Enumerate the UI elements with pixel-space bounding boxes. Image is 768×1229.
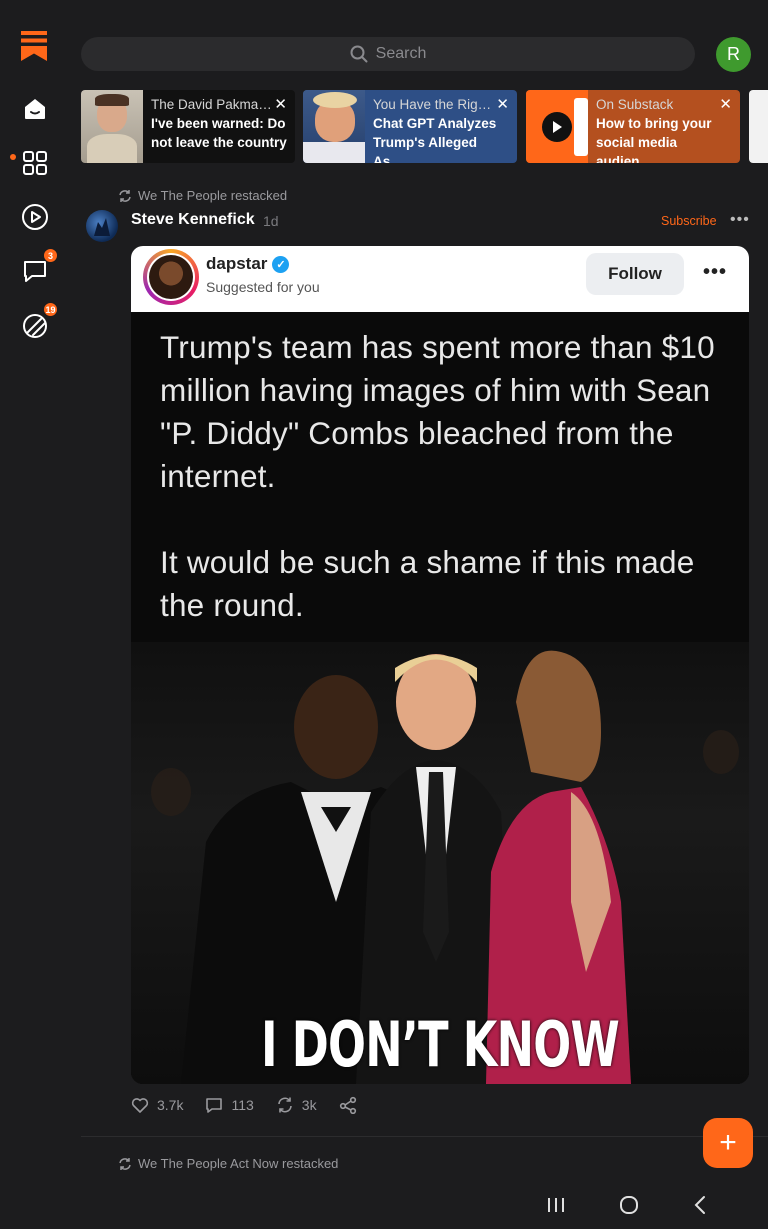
like-button[interactable]: 3.7k <box>131 1096 183 1114</box>
search-placeholder: Search <box>375 45 427 62</box>
restack-icon <box>277 1097 292 1113</box>
embedded-post-image[interactable]: dapstar ✓ Suggested for you Follow ••• T… <box>131 246 749 1084</box>
embed-avatar <box>143 249 199 305</box>
compose-button[interactable]: + <box>703 1118 753 1168</box>
next-restack-label: We The People Act Now restacked <box>118 1156 338 1171</box>
nav-explore-button[interactable] <box>18 146 52 180</box>
play-icon <box>22 204 48 230</box>
chat-icon <box>24 261 46 282</box>
meme-text: Trump's team has spent more than $10 mil… <box>160 326 745 670</box>
user-avatar[interactable]: R <box>716 37 751 72</box>
comment-icon <box>206 1098 223 1113</box>
story-card[interactable]: On Substack How to bring your social med… <box>526 90 740 163</box>
restack-icon <box>119 1157 131 1170</box>
embed-more-icon: ••• <box>703 261 728 283</box>
like-count: 3.7k <box>157 1097 184 1113</box>
share-icon <box>339 1096 356 1114</box>
story-title: Chat GPT Analyzes Trump's Alleged As… <box>373 116 497 163</box>
meme-caption: I DON’T KNOW HIM <box>261 1008 620 1084</box>
more-options-icon[interactable]: ••• <box>730 211 750 229</box>
embed-subtitle: Suggested for you <box>206 279 320 295</box>
embed-username-row: dapstar ✓ <box>206 254 290 274</box>
home-icon <box>25 99 45 119</box>
sidebar: 3 19 <box>0 0 70 1180</box>
story-title: How to bring your social media audien… <box>596 116 712 163</box>
activity-badge: 19 <box>43 302 58 317</box>
post-actions: 3.7k 113 3k <box>131 1096 379 1114</box>
story-thumbnail <box>303 90 365 163</box>
recent-apps-icon[interactable] <box>546 1192 566 1218</box>
search-icon <box>350 45 368 63</box>
restack-text: We The People restacked <box>138 188 288 203</box>
meme-text-line-1: Trump's team has spent more than $10 mil… <box>160 329 715 494</box>
restack-button[interactable]: 3k <box>276 1096 317 1114</box>
embed-body: Trump's team has spent more than $10 mil… <box>131 312 749 1084</box>
embed-username: dapstar <box>206 254 268 273</box>
embed-header: dapstar ✓ Suggested for you Follow ••• <box>131 246 749 312</box>
stories-row: The David Pakma… I've been warned: Do no… <box>81 90 768 163</box>
story-source: The David Pakma… <box>151 97 272 112</box>
nav-video-button[interactable] <box>18 200 52 234</box>
subscribe-button[interactable]: Subscribe <box>661 214 717 228</box>
close-icon[interactable]: ✕ <box>496 95 509 113</box>
plus-icon: + <box>719 1126 737 1159</box>
active-indicator <box>10 154 16 160</box>
nav-activity-button[interactable]: 19 <box>18 302 58 342</box>
author-avatar[interactable] <box>86 210 118 242</box>
story-source: On Substack <box>596 97 674 112</box>
restack-count: 3k <box>301 1097 317 1113</box>
post-time: 1d <box>263 213 279 229</box>
heart-icon <box>131 1098 149 1113</box>
divider <box>81 1136 768 1137</box>
next-restack-text: We The People Act Now restacked <box>138 1156 339 1171</box>
restack-icon <box>119 189 131 202</box>
verified-badge-icon: ✓ <box>272 255 290 273</box>
play-icon <box>553 121 562 133</box>
meme-text-line-2: It would be such a shame if this made th… <box>160 544 695 623</box>
nav-home-button[interactable] <box>18 92 52 126</box>
follow-button: Follow <box>586 253 684 295</box>
substack-logo[interactable] <box>21 31 47 61</box>
home-nav-icon[interactable] <box>616 1192 642 1218</box>
close-icon[interactable]: ✕ <box>274 95 287 113</box>
back-icon[interactable] <box>690 1192 710 1218</box>
story-thumbnail <box>526 90 588 163</box>
restack-label: We The People restacked <box>118 188 287 203</box>
system-navigation-bar <box>0 1182 768 1229</box>
nav-chat-button[interactable]: 3 <box>18 248 58 288</box>
story-card[interactable]: You Have the Rig… Chat GPT Analyzes Trum… <box>303 90 517 163</box>
author-name[interactable]: Steve Kennefick <box>131 211 255 229</box>
story-card[interactable] <box>749 90 768 163</box>
close-icon[interactable]: ✕ <box>719 95 732 113</box>
search-bar[interactable]: Search <box>81 37 695 71</box>
story-source: You Have the Rig… <box>373 97 492 112</box>
share-button[interactable] <box>339 1096 357 1114</box>
story-card[interactable]: The David Pakma… I've been warned: Do no… <box>81 90 295 163</box>
story-title: I've been warned: Do not leave the count… <box>151 116 287 150</box>
chat-badge: 3 <box>43 248 58 263</box>
story-thumbnail <box>81 90 143 163</box>
comment-count: 113 <box>231 1097 254 1113</box>
comment-button[interactable]: 113 <box>205 1096 254 1114</box>
grid-icon <box>23 151 47 175</box>
